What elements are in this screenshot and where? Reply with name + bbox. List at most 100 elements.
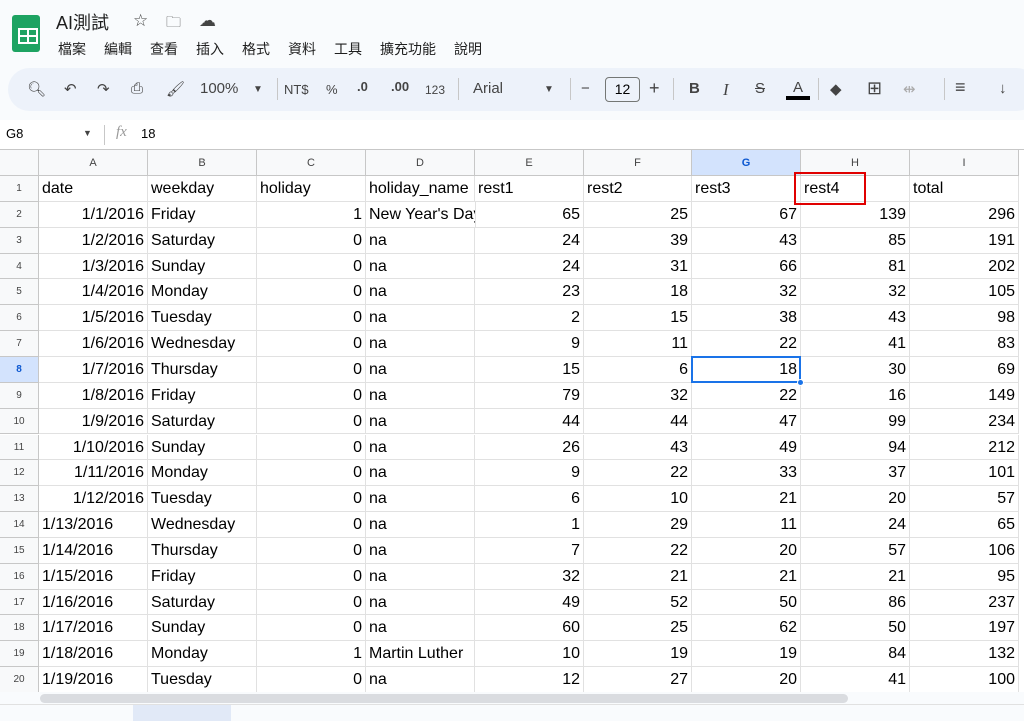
row-header-13[interactable]: 13: [0, 486, 39, 513]
cell-E20[interactable]: 12: [475, 667, 584, 692]
cell-A2[interactable]: 1/1/2016: [39, 201, 148, 228]
cell-B17[interactable]: Saturday: [148, 589, 257, 616]
cell-E13[interactable]: 6: [475, 486, 584, 513]
cell-H12[interactable]: 37: [801, 460, 910, 487]
cell-A12[interactable]: 1/11/2016: [39, 460, 148, 487]
cell-C15[interactable]: 0: [257, 537, 366, 564]
column-header-G[interactable]: G: [692, 150, 801, 176]
header-cell-rest1[interactable]: rest1: [475, 176, 584, 202]
cell-D10[interactable]: na: [366, 408, 475, 435]
cell-G12[interactable]: 33: [692, 460, 801, 487]
cell-G10[interactable]: 47: [692, 408, 801, 435]
cell-C11[interactable]: 0: [257, 434, 366, 461]
row-header-6[interactable]: 6: [0, 305, 39, 332]
cell-I14[interactable]: 65: [910, 512, 1019, 538]
cell-D7[interactable]: na: [366, 331, 475, 357]
column-header-A[interactable]: A: [39, 150, 148, 176]
cell-A5[interactable]: 1/4/2016: [39, 279, 148, 306]
cell-I7[interactable]: 83: [910, 331, 1019, 357]
cell-H18[interactable]: 50: [801, 615, 910, 642]
cell-E10[interactable]: 44: [475, 408, 584, 435]
cell-I9[interactable]: 149: [910, 382, 1019, 409]
menu-item[interactable]: 資料: [288, 39, 316, 59]
cell-H9[interactable]: 16: [801, 382, 910, 409]
fill-color-icon[interactable]: ◆: [830, 80, 842, 98]
chevron-down-icon[interactable]: ▼: [83, 128, 92, 138]
cell-D15[interactable]: na: [366, 537, 475, 564]
decrease-font-size-button[interactable]: −: [581, 80, 590, 97]
cell-F12[interactable]: 22: [584, 460, 692, 487]
cell-D8[interactable]: na: [366, 356, 475, 383]
column-header-I[interactable]: I: [910, 150, 1019, 176]
cell-A17[interactable]: 1/16/2016: [39, 589, 148, 616]
cell-A11[interactable]: 1/10/2016: [39, 434, 148, 461]
column-header-B[interactable]: B: [148, 150, 257, 176]
cell-I4[interactable]: 202: [910, 253, 1019, 280]
cell-F13[interactable]: 10: [584, 486, 692, 513]
cell-H16[interactable]: 21: [801, 563, 910, 590]
cell-G3[interactable]: 43: [692, 227, 801, 254]
cell-B2[interactable]: Friday: [148, 201, 257, 228]
cell-A16[interactable]: 1/15/2016: [39, 563, 148, 590]
search-icon[interactable]: 🔍︎: [27, 80, 46, 98]
cell-E18[interactable]: 60: [475, 615, 584, 642]
cell-B4[interactable]: Sunday: [148, 253, 257, 280]
cell-C18[interactable]: 0: [257, 615, 366, 642]
cell-G8[interactable]: 18: [692, 356, 801, 383]
cell-F17[interactable]: 52: [584, 589, 692, 616]
cell-I6[interactable]: 98: [910, 305, 1019, 332]
cell-F3[interactable]: 39: [584, 227, 692, 254]
header-cell-rest3[interactable]: rest3: [692, 176, 801, 202]
row-header-16[interactable]: 16: [0, 563, 39, 590]
column-header-F[interactable]: F: [584, 150, 692, 176]
fill-handle[interactable]: [797, 378, 804, 386]
increase-decimal-button[interactable]: .00: [391, 79, 409, 94]
column-header-C[interactable]: C: [257, 150, 366, 176]
cell-E6[interactable]: 2: [475, 305, 584, 332]
spreadsheet-grid[interactable]: A B C D E F G H I 1 date weekday holiday holiday_name…: [0, 150, 1024, 692]
cell-B18[interactable]: Sunday: [148, 615, 257, 642]
cell-E5[interactable]: 23: [475, 279, 584, 306]
row-header-1[interactable]: 1: [0, 176, 39, 202]
document-title[interactable]: AI測試: [56, 9, 109, 35]
cell-E7[interactable]: 9: [475, 331, 584, 357]
header-cell-total[interactable]: total: [910, 176, 1019, 202]
cell-C20[interactable]: 0: [257, 667, 366, 692]
percent-button[interactable]: %: [326, 82, 338, 97]
cell-H13[interactable]: 20: [801, 486, 910, 513]
row-header-15[interactable]: 15: [0, 537, 39, 564]
decrease-decimal-button[interactable]: .0: [357, 79, 368, 94]
cell-I16[interactable]: 95: [910, 563, 1019, 590]
cell-A15[interactable]: 1/14/2016: [39, 537, 148, 564]
text-color-button[interactable]: A: [786, 80, 810, 100]
cell-A18[interactable]: 1/17/2016: [39, 615, 148, 642]
cell-A13[interactable]: 1/12/2016: [39, 486, 148, 513]
cell-I5[interactable]: 105: [910, 279, 1019, 306]
menu-item[interactable]: 檔案: [58, 39, 86, 59]
cell-D3[interactable]: na: [366, 227, 475, 254]
row-header-3[interactable]: 3: [0, 227, 39, 254]
cell-B14[interactable]: Wednesday: [148, 512, 257, 538]
cell-B11[interactable]: Sunday: [148, 434, 257, 461]
cell-E11[interactable]: 26: [475, 434, 584, 461]
cell-C9[interactable]: 0: [257, 382, 366, 409]
cell-I19[interactable]: 132: [910, 641, 1019, 668]
cell-G16[interactable]: 21: [692, 563, 801, 590]
cell-A10[interactable]: 1/9/2016: [39, 408, 148, 435]
row-header-5[interactable]: 5: [0, 279, 39, 306]
cloud-saved-icon[interactable]: ☁: [199, 11, 216, 31]
cell-H11[interactable]: 94: [801, 434, 910, 461]
cell-C16[interactable]: 0: [257, 563, 366, 590]
cell-I2[interactable]: 296: [910, 201, 1019, 228]
paint-format-icon[interactable]: 🖌︎: [166, 80, 185, 98]
cell-C13[interactable]: 0: [257, 486, 366, 513]
cell-I20[interactable]: 100: [910, 667, 1019, 692]
star-icon[interactable]: ☆: [133, 11, 148, 31]
cell-G11[interactable]: 49: [692, 434, 801, 461]
menu-item[interactable]: 說明: [454, 39, 482, 59]
cell-E14[interactable]: 1: [475, 512, 584, 538]
cell-D5[interactable]: na: [366, 279, 475, 306]
cell-C3[interactable]: 0: [257, 227, 366, 254]
menu-item[interactable]: 插入: [196, 39, 224, 59]
cell-I10[interactable]: 234: [910, 408, 1019, 435]
